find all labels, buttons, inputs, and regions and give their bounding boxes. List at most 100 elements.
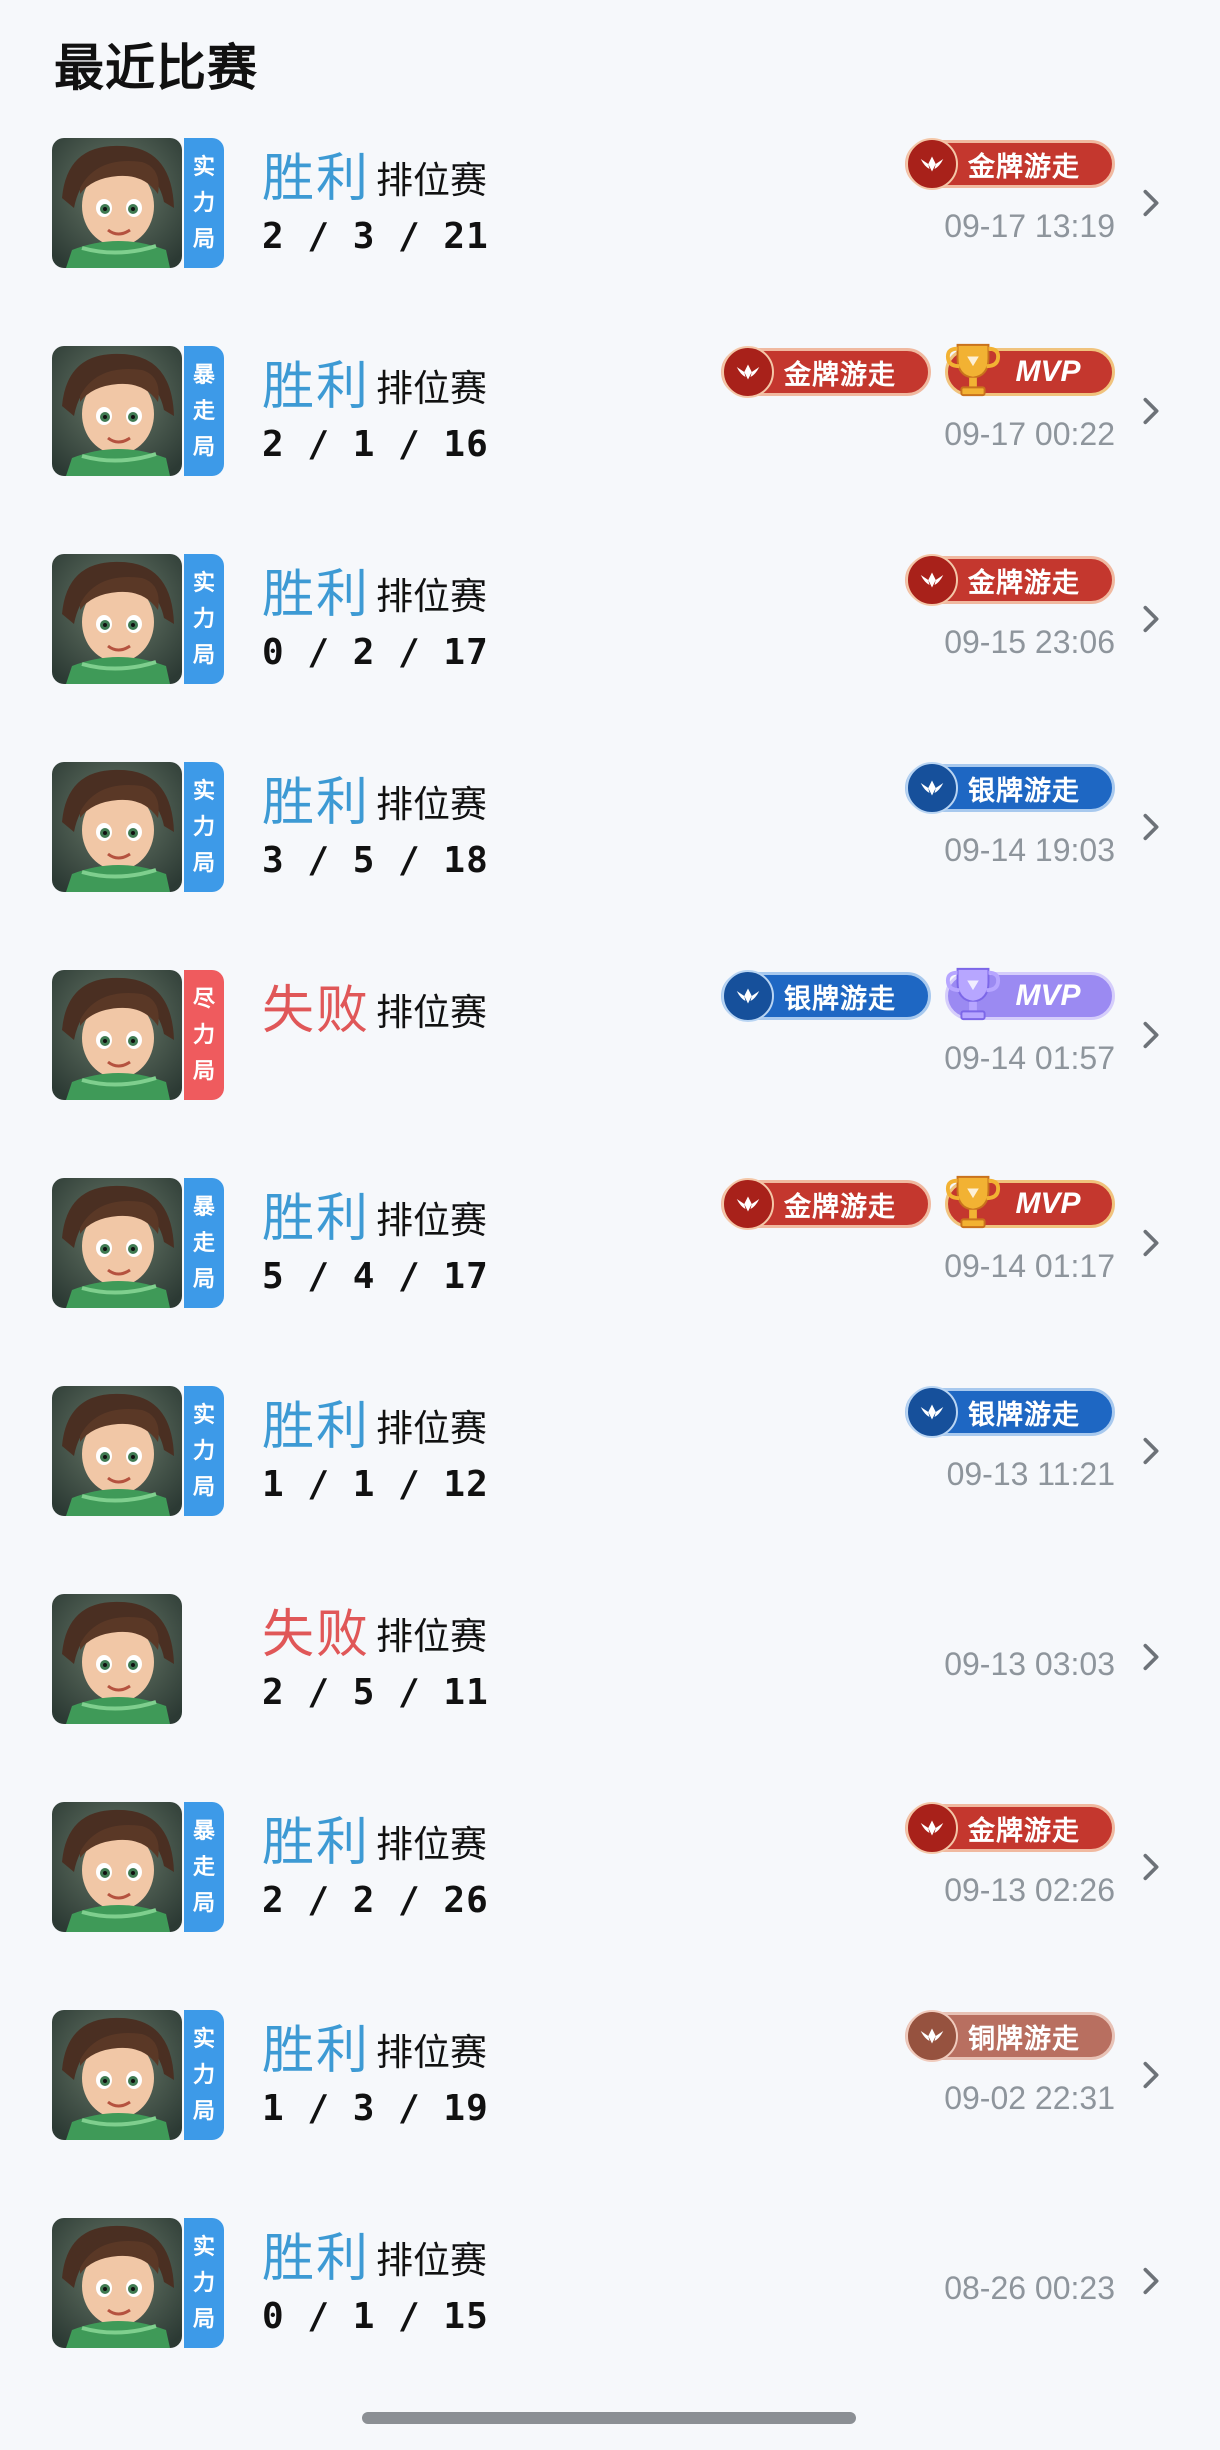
- match-quality-tag: 实力局: [184, 2218, 224, 2348]
- match-row[interactable]: 实力局 胜利 排位赛 1 / 3 / 19 铜牌游走 09-02 22:31: [0, 2002, 1220, 2210]
- tag-char: 局: [192, 1058, 215, 1083]
- avatar-group: 实力局: [52, 138, 224, 268]
- match-quality-tag: 实力局: [184, 2010, 224, 2140]
- badge-group: 银牌游走: [905, 1386, 1115, 1438]
- hero-avatar: [52, 762, 182, 892]
- medal-badge: 银牌游走: [721, 970, 931, 1022]
- match-mode: 排位赛: [376, 160, 487, 201]
- mvp-label: MVP: [1015, 355, 1081, 388]
- match-row[interactable]: 实力局 胜利 排位赛 2 / 3 / 21 金牌游走 09-17 13:19: [0, 130, 1220, 338]
- hero-avatar: [52, 1802, 182, 1932]
- chevron-right-icon[interactable]: [1134, 1434, 1168, 1468]
- tag-char: 局: [192, 226, 215, 251]
- match-mode: 排位赛: [376, 2240, 487, 2281]
- wing-icon: [906, 554, 958, 606]
- match-time: 09-14 01:17: [944, 1248, 1115, 1284]
- kda-score: 2 / 2 / 26: [262, 1880, 489, 1921]
- mvp-label: MVP: [1015, 1187, 1081, 1220]
- match-mode: 排位赛: [376, 784, 487, 825]
- match-result: 胜利: [262, 1398, 371, 1456]
- tag-char: 走: [192, 1854, 215, 1879]
- tag-char: 力: [192, 606, 215, 631]
- match-list: 实力局 胜利 排位赛 2 / 3 / 21 金牌游走 09-17 13:19 暴…: [0, 130, 1220, 2418]
- medal-label: 银牌游走: [968, 1399, 1080, 1430]
- kda-score: 1 / 3 / 19: [262, 2088, 489, 2129]
- page-title: 最近比赛: [54, 40, 258, 96]
- tag-char: 局: [192, 1890, 215, 1915]
- chevron-right-icon[interactable]: [1134, 602, 1168, 636]
- chevron-right-icon[interactable]: [1134, 2058, 1168, 2092]
- medal-label: 银牌游走: [968, 775, 1080, 806]
- home-indicator[interactable]: [362, 2412, 856, 2424]
- match-mode: 排位赛: [376, 1616, 487, 1657]
- match-row[interactable]: 实力局 胜利 排位赛 0 / 2 / 17 金牌游走 09-15 23:06: [0, 546, 1220, 754]
- badge-group: 金牌游走: [905, 138, 1115, 190]
- match-result: 失败: [262, 1606, 371, 1664]
- medal-badge: 金牌游走: [905, 138, 1115, 190]
- tag-char: 局: [192, 642, 215, 667]
- tag-char: 实: [192, 1402, 215, 1427]
- match-time: 09-13 11:21: [946, 1456, 1115, 1492]
- tag-char: 实: [192, 154, 215, 179]
- wing-icon: [906, 1386, 958, 1438]
- match-result: 失败: [262, 982, 371, 1040]
- match-mode: 排位赛: [376, 1408, 487, 1449]
- mvp-badge: MVP: [945, 1175, 1115, 1229]
- avatar-group: 实力局: [52, 1386, 224, 1516]
- match-row[interactable]: 实力局 胜利 排位赛 1 / 1 / 12 银牌游走 09-13 11:21: [0, 1378, 1220, 1586]
- wing-icon: [722, 970, 774, 1022]
- hero-avatar: [52, 2010, 182, 2140]
- chevron-right-icon[interactable]: [1134, 1850, 1168, 1884]
- kda-score: 2 / 5 / 11: [262, 1672, 489, 1713]
- badge-group: 金牌游走 MVP: [721, 343, 1115, 398]
- tag-char: 力: [192, 1022, 215, 1047]
- tag-char: 实: [192, 570, 215, 595]
- avatar-group: 尽力局: [52, 970, 224, 1100]
- match-quality-tag: 实力局: [184, 554, 224, 684]
- match-row[interactable]: 尽力局 失败 排位赛 银牌游走 MVP 09-14 01:57: [0, 962, 1220, 1170]
- trophy-icon: [944, 1171, 1002, 1233]
- match-row[interactable]: 实力局 胜利 排位赛 0 / 1 / 15 08-26 00:23: [0, 2210, 1220, 2418]
- match-row[interactable]: 实力局 胜利 排位赛 3 / 5 / 18 银牌游走 09-14 19:03: [0, 754, 1220, 962]
- tag-char: 局: [192, 434, 215, 459]
- chevron-right-icon[interactable]: [1134, 186, 1168, 220]
- match-time: 08-26 00:23: [944, 2270, 1115, 2306]
- badge-group: 银牌游走: [905, 762, 1115, 814]
- wing-icon: [906, 762, 958, 814]
- tag-char: 走: [192, 398, 215, 423]
- kda-score: 0 / 1 / 15: [262, 2296, 489, 2337]
- chevron-right-icon[interactable]: [1134, 1640, 1168, 1674]
- hero-avatar: [52, 2218, 182, 2348]
- chevron-right-icon[interactable]: [1134, 810, 1168, 844]
- wing-icon: [906, 138, 958, 190]
- medal-badge: 银牌游走: [905, 762, 1115, 814]
- kda-score: 3 / 5 / 18: [262, 840, 489, 881]
- match-mode: 排位赛: [376, 1824, 487, 1865]
- tag-char: 局: [192, 1474, 215, 1499]
- chevron-right-icon[interactable]: [1134, 394, 1168, 428]
- medal-badge: 金牌游走: [905, 1802, 1115, 1854]
- match-time: 09-14 19:03: [944, 832, 1115, 868]
- match-row[interactable]: 暴走局 胜利 排位赛 2 / 1 / 16 金牌游走 MVP 09-17 00:…: [0, 338, 1220, 546]
- match-result: 胜利: [262, 1190, 371, 1248]
- chevron-right-icon[interactable]: [1134, 2264, 1168, 2298]
- chevron-right-icon[interactable]: [1134, 1226, 1168, 1260]
- match-time: 09-17 13:19: [944, 208, 1115, 244]
- chevron-right-icon[interactable]: [1134, 1018, 1168, 1052]
- match-quality-tag: 暴走局: [184, 346, 224, 476]
- match-row[interactable]: 暴走局 胜利 排位赛 2 / 2 / 26 金牌游走 09-13 02:26: [0, 1794, 1220, 2002]
- avatar-group: 实力局: [52, 2010, 224, 2140]
- match-row[interactable]: 失败 排位赛 2 / 5 / 11 09-13 03:03: [0, 1586, 1220, 1794]
- match-quality-tag: 尽力局: [184, 970, 224, 1100]
- tag-char: 实: [192, 778, 215, 803]
- match-row[interactable]: 暴走局 胜利 排位赛 5 / 4 / 17 金牌游走 MVP 09-14 01:…: [0, 1170, 1220, 1378]
- medal-label: 金牌游走: [784, 1191, 896, 1222]
- avatar-group: 实力局: [52, 554, 224, 684]
- match-quality-tag: 实力局: [184, 1386, 224, 1516]
- match-result: 胜利: [262, 566, 371, 624]
- match-result: 胜利: [262, 2230, 371, 2288]
- mvp-label: MVP: [1015, 979, 1081, 1012]
- kda-score: 2 / 1 / 16: [262, 424, 489, 465]
- tag-char: 暴: [192, 1194, 215, 1219]
- medal-label: 金牌游走: [784, 359, 896, 390]
